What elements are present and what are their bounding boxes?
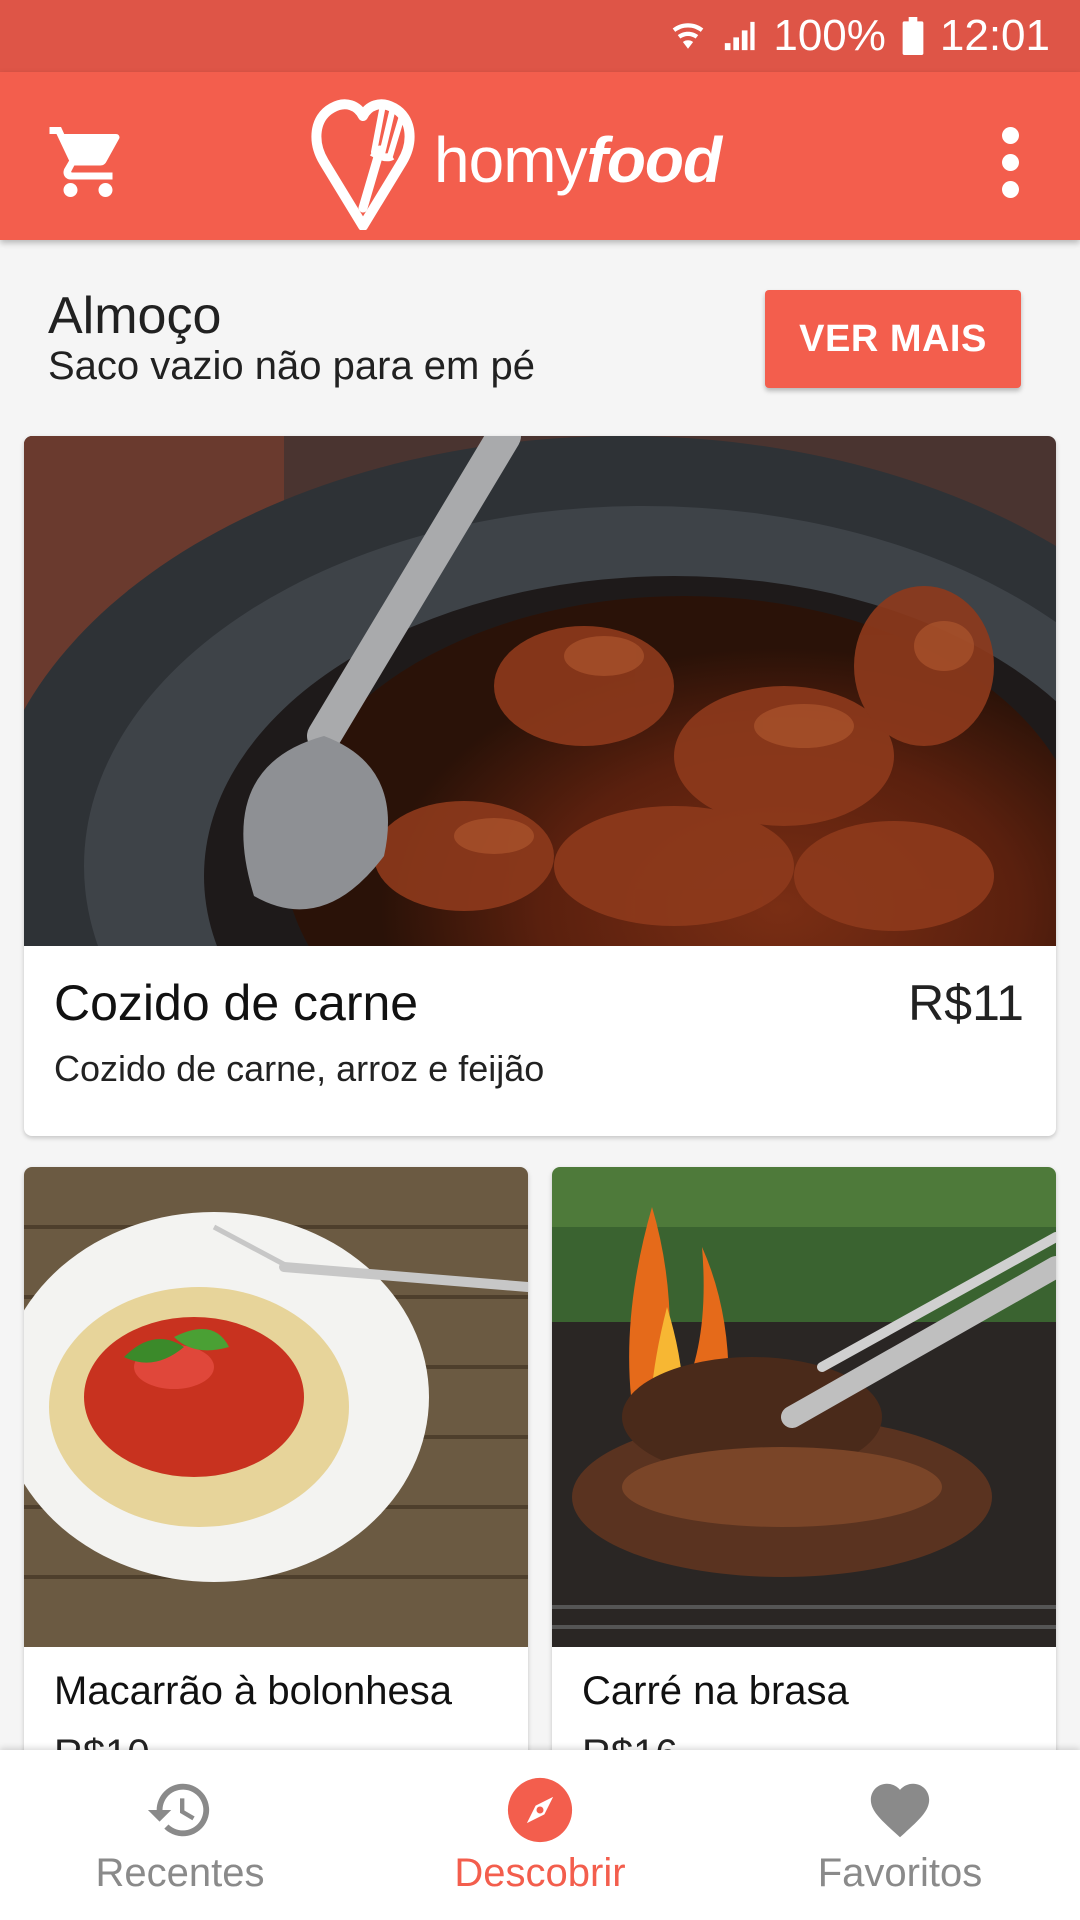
- nav-recentes[interactable]: Recentes: [0, 1750, 360, 1920]
- food-photo-stew: [24, 436, 1056, 946]
- more-vert-icon: [1001, 126, 1019, 144]
- overflow-menu-button[interactable]: [980, 114, 1040, 210]
- see-more-button[interactable]: VER MAIS: [765, 290, 1021, 388]
- signal-icon: [721, 19, 757, 53]
- food-card-carre[interactable]: Carré na brasa R$16: [552, 1167, 1056, 1787]
- featured-item-price: R$11: [908, 975, 1024, 1031]
- wifi-icon: [671, 19, 705, 53]
- logo-text-part2: food: [586, 124, 723, 196]
- app-logo: homyfood: [310, 90, 723, 230]
- heart-icon: [865, 1775, 935, 1845]
- app-bar: homyfood: [0, 72, 1080, 240]
- nav-favoritos[interactable]: Favoritos: [720, 1750, 1080, 1920]
- featured-item-name: Cozido de carne: [54, 975, 419, 1031]
- cart-button[interactable]: [40, 114, 136, 210]
- more-vert-dot: [1001, 180, 1019, 198]
- nav-descobrir[interactable]: Descobrir: [360, 1750, 720, 1920]
- nav-label: Descobrir: [454, 1850, 626, 1895]
- food-photo-grill: [552, 1167, 1056, 1647]
- featured-item-description: Cozido de carne, arroz e feijão: [54, 1048, 545, 1089]
- history-icon: [145, 1775, 215, 1845]
- clock: 12:01: [939, 11, 1050, 60]
- nav-label: Recentes: [95, 1850, 265, 1895]
- food-photo-spaghetti: [24, 1167, 528, 1647]
- featured-food-card[interactable]: Cozido de carne R$11 Cozido de carne, ar…: [24, 436, 1056, 1136]
- battery-icon: [902, 17, 924, 55]
- food-card-macarrao[interactable]: Macarrão à bolonhesa R$10: [24, 1167, 528, 1787]
- status-bar: 100% 12:01: [0, 0, 1080, 72]
- logo-wordmark: homyfood: [434, 123, 723, 197]
- heart-fork-logo: [311, 99, 415, 230]
- item-name: Macarrão à bolonhesa: [54, 1669, 453, 1713]
- nav-label: Favoritos: [817, 1850, 983, 1895]
- logo-text-part1: homy: [434, 124, 587, 196]
- item-name: Carré na brasa: [582, 1669, 849, 1713]
- bottom-navigation: Recentes Descobrir Favoritos: [0, 1750, 1080, 1920]
- more-vert-dot: [1001, 153, 1019, 171]
- compass-icon: [505, 1775, 575, 1845]
- battery-level: 100%: [773, 11, 886, 60]
- cart-icon: [49, 127, 120, 197]
